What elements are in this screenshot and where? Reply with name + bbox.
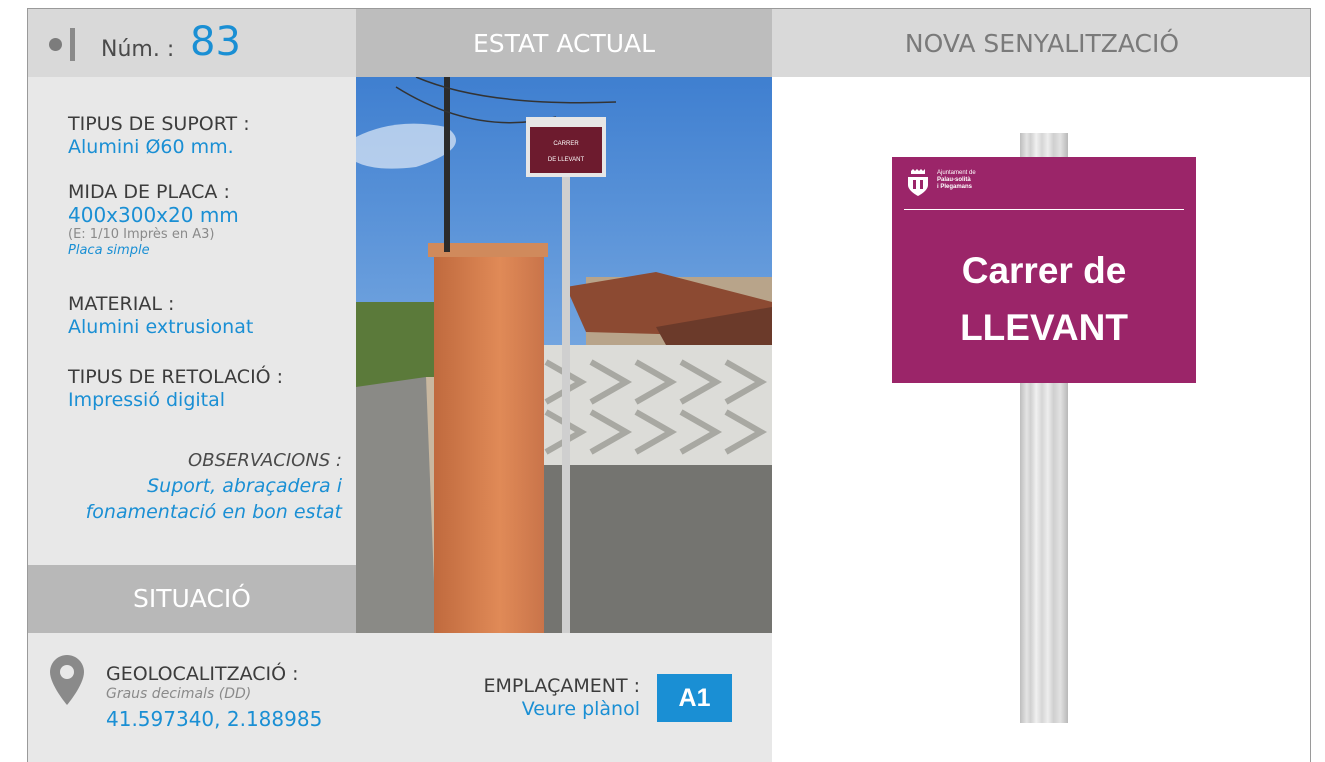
number-value: 83 xyxy=(190,19,241,65)
sign-rule xyxy=(904,209,1184,210)
street-photo: CARRER DE LLEVANT xyxy=(356,77,772,633)
photo-sign-line-1: CARRER xyxy=(553,141,579,147)
retolacio-value: Impressió digital xyxy=(68,389,226,411)
record-dot-icon xyxy=(49,38,62,51)
observacions-label: OBSERVACIONS : xyxy=(188,450,342,471)
estat-actual-header: ESTAT ACTUAL xyxy=(356,9,772,77)
town-logo-text: Ajuntament de Palau-solità i Plegamans xyxy=(937,170,976,191)
sign-text-line-1: Carrer de xyxy=(961,250,1127,291)
details-panel: TIPUS DE SUPORT : Alumini Ø60 mm. MIDA D… xyxy=(28,77,356,565)
retolacio-label: TIPUS DE RETOLACIÓ : xyxy=(68,366,284,388)
location-pin-icon xyxy=(50,655,84,709)
geolocation-block: GEOLOCALITZACIÓ : Graus decimals (DD) 41… xyxy=(106,663,322,733)
mida-placa-note: (E: 1/10 Imprès en A3) xyxy=(68,227,215,242)
logo-line-3: i Plegamans xyxy=(937,184,973,190)
current-state-photo: CARRER DE LLEVANT xyxy=(356,77,772,633)
divider-bar xyxy=(70,28,75,61)
logo-line-2: Palau-solità xyxy=(937,177,971,183)
geolocation-label: GEOLOCALITZACIÓ : xyxy=(106,663,299,685)
emplacament-block: EMPLAÇAMENT : Veure plànol xyxy=(484,675,640,721)
observacions-line-2: fonamentació en bon estat xyxy=(85,501,342,523)
tipus-suport-value: Alumini Ø60 mm. xyxy=(68,136,234,158)
emplacament-link[interactable]: Veure plànol xyxy=(484,697,640,721)
number-header: Núm. : 83 xyxy=(28,9,356,77)
mida-placa-value: 400x300x20 mm xyxy=(68,203,239,227)
situacio-header: SITUACIÓ xyxy=(28,565,356,633)
number-label: Núm. : xyxy=(101,37,175,62)
sign-sheet: Núm. : 83 ESTAT ACTUAL NOVA SENYALITZACI… xyxy=(27,8,1311,762)
location-panel: GEOLOCALITZACIÓ : Graus decimals (DD) 41… xyxy=(28,633,772,762)
nova-senyalitzacio-header: NOVA SENYALITZACIÓ xyxy=(772,9,1310,77)
emplacament-badge: A1 xyxy=(657,674,732,722)
material-value: Alumini extrusionat xyxy=(68,316,254,338)
mida-placa-field: MIDA DE PLACA : 400x300x20 mm (E: 1/10 I… xyxy=(68,180,239,259)
mida-placa-type: Placa simple xyxy=(68,243,150,258)
new-street-sign: Ajuntament de Palau-solità i Plegamans C… xyxy=(892,157,1196,383)
logo-line-1: Ajuntament de xyxy=(937,170,976,176)
emplacament-label: EMPLAÇAMENT : xyxy=(483,675,640,697)
photo-sign-line-2: DE LLEVANT xyxy=(548,157,585,163)
mida-placa-label: MIDA DE PLACA : xyxy=(68,181,230,203)
material-field: MATERIAL : Alumini extrusionat xyxy=(68,292,253,338)
observacions-line-1: Suport, abraçadera i xyxy=(147,475,342,497)
tipus-suport-field: TIPUS DE SUPORT : Alumini Ø60 mm. xyxy=(68,112,250,158)
retolacio-field: TIPUS DE RETOLACIÓ : Impressió digital xyxy=(68,365,283,411)
tipus-suport-label: TIPUS DE SUPORT : xyxy=(68,113,250,135)
material-label: MATERIAL : xyxy=(68,293,175,315)
sign-text-line-2: LLEVANT xyxy=(960,307,1128,348)
geolocation-format: Graus decimals (DD) xyxy=(106,686,252,702)
observacions-field: OBSERVACIONS : Suport, abraçadera i fona… xyxy=(86,449,342,525)
town-crest-icon xyxy=(905,168,931,202)
geolocation-value: 41.597340, 2.188985 xyxy=(106,707,323,731)
